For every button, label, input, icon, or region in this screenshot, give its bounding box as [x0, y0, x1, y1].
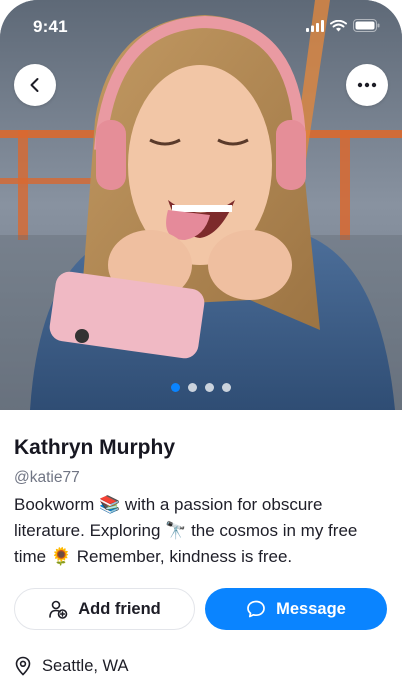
- cellular-signal-icon: [306, 19, 324, 32]
- add-friend-label: Add friend: [78, 599, 161, 618]
- user-plus-icon: [49, 600, 68, 619]
- profile-location: Seattle, WA: [14, 656, 129, 676]
- profile-name: Kathryn Murphy: [14, 436, 176, 459]
- profile-photo[interactable]: 9:41: [0, 0, 402, 410]
- profile-bio: Bookworm 📚 with a passion for obscure li…: [14, 495, 358, 566]
- more-options-button[interactable]: [346, 64, 388, 106]
- add-friend-button[interactable]: Add friend: [14, 588, 195, 630]
- ellipsis-icon: [357, 82, 377, 88]
- back-button[interactable]: [14, 64, 56, 106]
- status-icons: [306, 19, 380, 32]
- message-label: Message: [276, 599, 346, 618]
- chevron-left-icon: [30, 78, 39, 92]
- carousel-dot[interactable]: [171, 383, 180, 392]
- carousel-dot[interactable]: [205, 383, 214, 392]
- battery-icon: [353, 19, 380, 32]
- profile-screen: 9:41 Kathryn Murphy @katie77 Bookworm 📚 …: [0, 0, 402, 690]
- photo-illustration: [0, 0, 402, 410]
- map-pin-icon: [15, 656, 31, 676]
- chat-bubble-icon: [247, 600, 265, 618]
- carousel-dot[interactable]: [222, 383, 231, 392]
- profile-handle: @katie77: [14, 469, 80, 486]
- photo-carousel-dots: [0, 383, 402, 392]
- status-time: 9:41: [33, 17, 68, 36]
- wifi-icon: [330, 19, 347, 31]
- message-button[interactable]: Message: [205, 588, 387, 630]
- location-label: Seattle, WA: [42, 656, 129, 675]
- carousel-dot[interactable]: [188, 383, 197, 392]
- status-bar: 9:41: [0, 0, 402, 50]
